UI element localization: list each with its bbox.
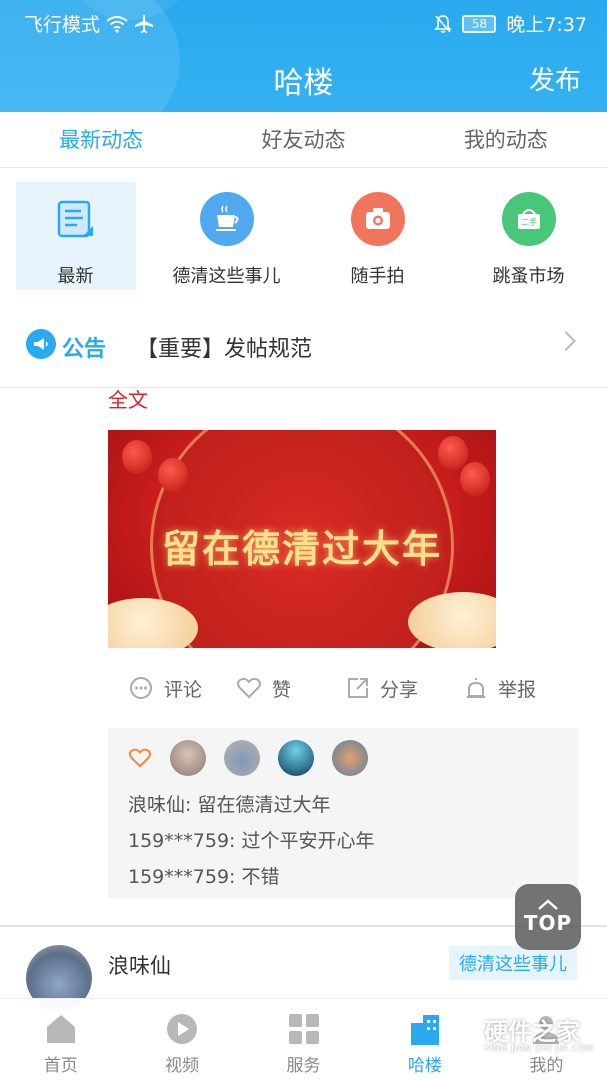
watermark-subtext: YING JIAN ZHI JIA.COM (484, 1044, 595, 1054)
lantern-decoration (122, 440, 152, 474)
svg-text:二手: 二手 (521, 217, 537, 227)
tab-friends[interactable]: 好友动态 (202, 112, 404, 167)
comment-item[interactable]: 浪味仙: 留在德清过大年 (128, 790, 330, 817)
category-label: 德清这些事儿 (172, 266, 281, 287)
nav-label: 视频 (165, 1056, 200, 1076)
announcement-text[interactable]: 【重要】发帖规范 (136, 331, 312, 363)
home-icon (46, 1015, 75, 1043)
lantern-decoration (158, 458, 188, 492)
comment-text: 不错 (241, 866, 280, 888)
chevron-up-icon (538, 899, 558, 910)
video-play-icon (167, 1014, 198, 1044)
post-author[interactable]: 浪味仙 (108, 950, 171, 980)
coffee-cup-icon (199, 192, 254, 246)
chevron-right-icon (556, 331, 576, 351)
avatar[interactable] (278, 740, 314, 776)
status-left: 飞行模式 (24, 10, 154, 37)
camera-icon (350, 192, 405, 246)
post-actions: 评论 赞 分享 举报 (108, 668, 578, 708)
second-hand-basket-icon: 二手 (501, 192, 556, 246)
category-label: 随手拍 (350, 266, 405, 287)
app-screen: 飞行模式 58 晚上7:37 哈楼 发布 最新动态 好友动态 我的动态 最新 德… (0, 0, 607, 1080)
post-image[interactable]: 留在德清过大年 (108, 430, 496, 648)
watermark-logo-icon (441, 1014, 479, 1058)
comment-text: 留在德清过大年 (197, 794, 331, 816)
comment-user[interactable]: 159***759 (128, 830, 229, 852)
tab-latest[interactable]: 最新动态 (0, 112, 202, 167)
news-icon (49, 192, 103, 246)
publish-button[interactable]: 发布 (529, 60, 581, 97)
mute-bell-icon (434, 14, 453, 33)
lantern-decoration (460, 462, 490, 496)
category-latest[interactable]: 最新 (0, 170, 151, 300)
comment-separator: : (229, 830, 242, 852)
share-label: 分享 (380, 678, 419, 701)
report-button[interactable]: 举报 (464, 668, 574, 708)
building-icon (410, 1015, 439, 1045)
category-snapshot[interactable]: 随手拍 (302, 170, 453, 300)
alarm-icon (467, 678, 485, 698)
category-tag[interactable]: 德清这些事儿 (449, 946, 577, 980)
announcement-bar[interactable]: 公告 【重要】发帖规范 (0, 300, 607, 388)
category-bar: 最新 德清这些事儿 随手拍 二手 跳蚤市场 (0, 170, 607, 300)
comment-label: 评论 (164, 678, 203, 701)
megaphone-icon (26, 329, 56, 359)
comment-user[interactable]: 159***759 (128, 866, 229, 888)
clock: 晚上7:37 (506, 14, 587, 36)
category-label: 最新 (57, 266, 94, 287)
announcement-tag: 公告 (62, 337, 107, 362)
lantern-decoration (438, 436, 468, 470)
comment-separator: : (229, 866, 242, 888)
avatar[interactable] (170, 740, 206, 776)
top-label: TOP (523, 911, 573, 935)
tab-mine[interactable]: 我的动态 (405, 112, 607, 167)
comment-button[interactable]: 评论 (108, 668, 236, 708)
watermark-text: 硬件之家 (484, 1018, 580, 1046)
status-bar: 飞行模式 58 晚上7:37 (0, 0, 607, 42)
watermark: 硬件之家 YING JIAN ZHI JIA.COM (440, 1010, 600, 1070)
full-text-link[interactable]: 全文 (108, 384, 148, 413)
page-title: 哈楼 (273, 66, 334, 101)
airplane-icon (135, 14, 154, 33)
comments-panel: 浪味仙: 留在德清过大年 159***759: 过个平安开心年 159***75… (108, 728, 578, 898)
banner-caption: 留在德清过大年 (161, 526, 442, 571)
comment-icon (130, 677, 152, 699)
status-right: 58 晚上7:37 (434, 10, 587, 37)
nav-label: 首页 (43, 1056, 78, 1076)
category-flea-market[interactable]: 二手 跳蚤市场 (453, 170, 604, 300)
share-icon (348, 678, 368, 698)
heart-icon (128, 748, 152, 768)
nav-video[interactable]: 视频 (121, 999, 242, 1080)
comment-separator: : (185, 794, 198, 816)
category-dq-stories[interactable]: 德清这些事儿 (151, 170, 302, 300)
nav-bar: 哈楼 发布 (0, 56, 607, 101)
like-label: 赞 (272, 678, 292, 701)
back-to-top-button[interactable]: TOP (515, 884, 581, 950)
comment-item[interactable]: 159***759: 过个平安开心年 (128, 826, 375, 853)
avatar[interactable] (332, 740, 368, 776)
liker-avatars (128, 740, 368, 776)
nav-services[interactable]: 服务 (243, 999, 364, 1080)
nav-home[interactable]: 首页 (0, 999, 121, 1080)
share-button[interactable]: 分享 (346, 668, 464, 708)
avatar[interactable] (224, 740, 260, 776)
grid-icon (288, 1014, 319, 1044)
category-label: 跳蚤市场 (492, 266, 565, 287)
like-button[interactable]: 赞 (236, 668, 346, 708)
comment-user[interactable]: 浪味仙 (128, 794, 185, 816)
comment-text: 过个平安开心年 (241, 830, 375, 852)
heart-icon (237, 677, 261, 699)
nav-label: 服务 (286, 1056, 321, 1076)
report-label: 举报 (498, 678, 537, 701)
wifi-icon (106, 15, 128, 33)
airplane-mode-label: 飞行模式 (24, 14, 101, 36)
feed-tabs: 最新动态 好友动态 我的动态 (0, 112, 607, 168)
comment-item[interactable]: 159***759: 不错 (128, 862, 280, 889)
header: 飞行模式 58 晚上7:37 哈楼 发布 (0, 0, 607, 112)
battery-indicator: 58 (462, 14, 497, 33)
